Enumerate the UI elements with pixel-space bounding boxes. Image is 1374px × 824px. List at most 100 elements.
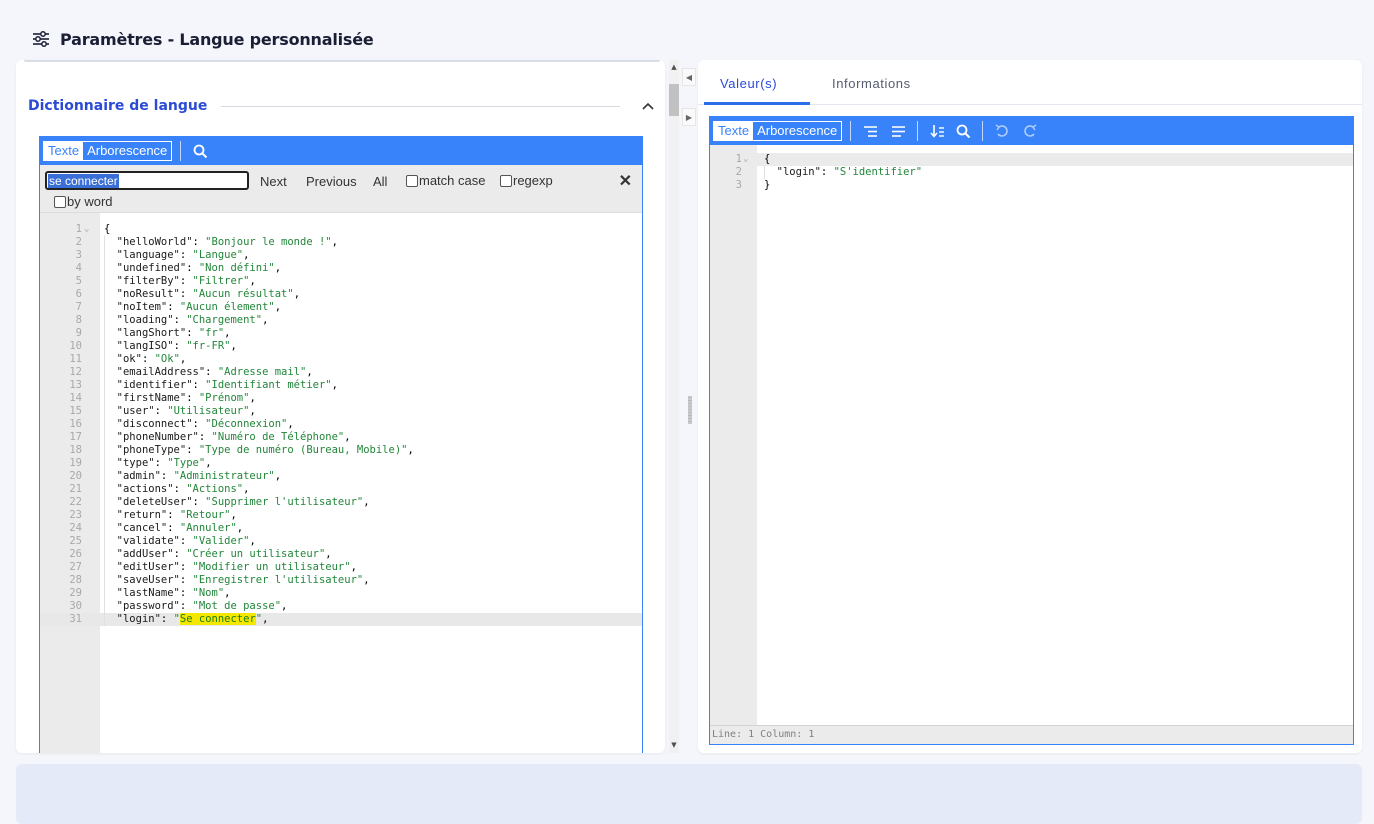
- compact-button[interactable]: [887, 120, 909, 142]
- match-case-label: match case: [419, 173, 486, 188]
- json-key: "phoneType": [116, 444, 187, 456]
- json-key: "noItem": [116, 301, 168, 313]
- search-button[interactable]: [189, 140, 211, 162]
- compact-icon: [891, 125, 905, 137]
- tab-indicator: [704, 102, 810, 105]
- code-line: 21 "actions": "Actions",: [40, 483, 642, 496]
- scroll-up-icon[interactable]: ▲: [669, 62, 679, 72]
- json-key: "filterBy": [116, 275, 180, 287]
- code-line: 25 "validate": "Valider",: [40, 535, 642, 548]
- code-text: "langISO": "fr-FR",: [116, 340, 237, 352]
- search-icon: [193, 144, 208, 158]
- scrollbar[interactable]: [669, 60, 679, 753]
- undo-button[interactable]: [991, 120, 1013, 142]
- divider: [850, 121, 852, 141]
- json-key: "langShort": [116, 327, 187, 339]
- bottom-panel: [16, 764, 1362, 824]
- code-text: "emailAddress": "Adresse mail",: [116, 366, 313, 378]
- code-line: 30 "password": "Mot de passe",: [40, 600, 642, 613]
- scroll-down-icon[interactable]: ▼: [669, 740, 679, 750]
- line-number: 3: [75, 249, 82, 261]
- json-value: "Type": [167, 457, 206, 469]
- regexp-checkbox[interactable]: regexp: [500, 173, 553, 188]
- json-value: "Numéro de Téléphone": [211, 431, 345, 443]
- search-close-button[interactable]: ✕: [619, 171, 632, 191]
- json-editor-right: Texte Arborescence 1 ⌄ {2 "login": "S'i…: [709, 116, 1354, 745]
- json-key: "language": [116, 249, 180, 261]
- by-word-checkbox[interactable]: by word: [54, 194, 113, 209]
- json-key: "validate": [116, 535, 180, 547]
- line-number: 28: [69, 574, 82, 586]
- code-area[interactable]: 1 ⌄{2 "login": "S'identifier" 3}: [710, 145, 1353, 727]
- search-button[interactable]: [952, 120, 974, 142]
- line-number: 2: [75, 236, 82, 248]
- json-key: "disconnect": [116, 418, 193, 430]
- divider: [917, 121, 919, 141]
- code-line: 2 "login": "S'identifier": [710, 166, 1353, 179]
- code-text: "noItem": "Aucun élement",: [116, 301, 282, 313]
- json-key: "langISO": [116, 340, 174, 352]
- json-key: "loading": [116, 314, 174, 326]
- scrollbar-thumb[interactable]: [669, 84, 679, 116]
- code-line: 5 "filterBy": "Filtrer",: [40, 275, 642, 288]
- code-text: }: [764, 179, 771, 191]
- json-value: "Identifiant métier": [205, 379, 332, 391]
- line-number: 1: [735, 153, 742, 165]
- code-text: "loading": "Chargement",: [116, 314, 269, 326]
- line-number: 3: [735, 179, 742, 191]
- search-previous-button[interactable]: Previous: [306, 174, 357, 189]
- code-line: 6 "noResult": "Aucun résultat",: [40, 288, 642, 301]
- code-area[interactable]: 1 ⌄ {2 "helloWorld": "Bonjour le monde !",…: [40, 213, 642, 753]
- json-value: "Nom": [192, 587, 225, 599]
- checkbox-box: [54, 195, 66, 208]
- code-text: "cancel": "Annuler",: [116, 522, 244, 534]
- mode-tree-button[interactable]: Arborescence: [83, 142, 171, 160]
- match-case-checkbox[interactable]: match case: [406, 173, 485, 188]
- json-key: "password": [116, 600, 180, 612]
- code-text: "login": "Se connecter",: [116, 613, 269, 625]
- code-text: "langShort": "fr",: [116, 327, 231, 339]
- json-key: "login": [776, 166, 821, 178]
- json-key: "deleteUser": [116, 496, 193, 508]
- search-all-button[interactable]: All: [373, 174, 387, 189]
- json-value: "Utilisateur": [167, 405, 250, 417]
- line-number: 25: [69, 535, 82, 547]
- line-number: 1: [75, 223, 82, 235]
- page-title: Paramètres - Langue personnalisée: [60, 29, 374, 49]
- sort-button[interactable]: [926, 120, 948, 142]
- mode-text-button[interactable]: Texte: [714, 122, 754, 140]
- code-line: 14 "firstName": "Prénom",: [40, 392, 642, 405]
- code-line: 18 "phoneType": "Type de numéro (Bureau,…: [40, 444, 642, 457]
- collapse-button[interactable]: [638, 96, 658, 116]
- divider: [24, 60, 660, 62]
- json-value: "Aucun résultat": [192, 288, 294, 300]
- mode-tree-button[interactable]: Arborescence: [753, 122, 841, 140]
- json-key: "actions": [116, 483, 174, 495]
- redo-button[interactable]: [1019, 120, 1041, 142]
- json-key: "noResult": [116, 288, 180, 300]
- code-text: "actions": "Actions",: [116, 483, 250, 495]
- json-value: "Non défini": [198, 262, 275, 274]
- code-lines: 1 ⌄ {2 "helloWorld": "Bonjour le monde !",…: [40, 223, 642, 626]
- section-title: Dictionnaire de langue: [28, 98, 208, 114]
- fold-arrow-icon: ⌄: [743, 154, 749, 164]
- code-line: 1 ⌄ {: [710, 153, 1353, 166]
- divider: [221, 105, 620, 107]
- drag-handle[interactable]: [688, 396, 692, 424]
- tab-informations[interactable]: Informations: [832, 76, 911, 91]
- sort-icon: [930, 125, 944, 138]
- code-text: "addUser": "Créer un utilisateur",: [116, 548, 332, 560]
- collapse-left-icon[interactable]: ◀: [682, 68, 696, 86]
- tab-values[interactable]: Valeur(s): [720, 76, 777, 91]
- line-number: 10: [69, 340, 82, 352]
- mode-text-button[interactable]: Texte: [44, 142, 84, 160]
- json-key: "ok": [116, 353, 142, 365]
- line-number: 2: [735, 166, 742, 178]
- format-button[interactable]: [859, 120, 881, 142]
- search-next-button[interactable]: Next: [260, 174, 287, 189]
- json-key: "saveUser": [116, 574, 180, 586]
- json-value: "Valider": [192, 535, 250, 547]
- format-icon: [863, 125, 877, 137]
- expand-right-icon[interactable]: ▶: [682, 108, 696, 126]
- code-line: 4 "undefined": "Non défini",: [40, 262, 642, 275]
